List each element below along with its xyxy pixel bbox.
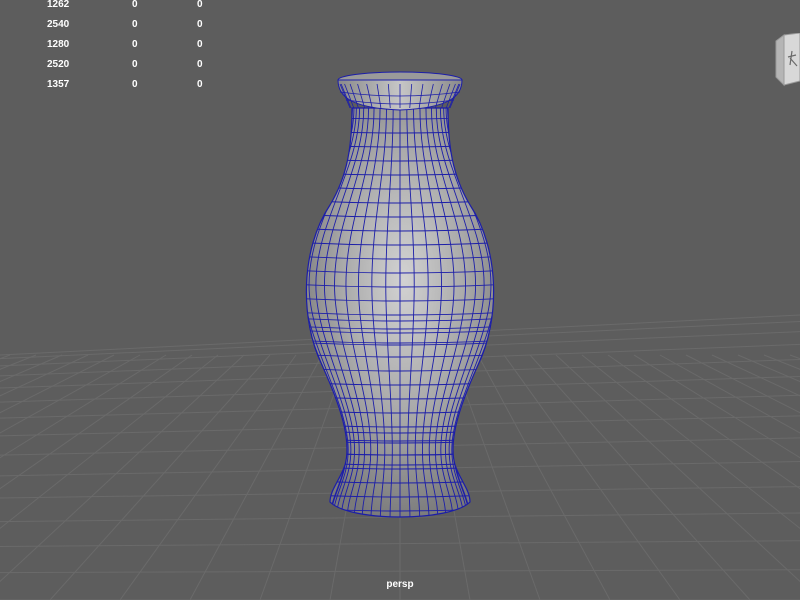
grid-line — [0, 354, 141, 434]
grid-line — [763, 354, 800, 370]
grid-line — [0, 354, 193, 490]
hud-value: 0 — [197, 79, 203, 90]
hud-value: 0 — [132, 19, 138, 30]
grid-line — [49, 354, 271, 600]
hud-value: 0 — [132, 0, 138, 10]
grid-line — [0, 354, 115, 414]
grid-line — [189, 354, 323, 600]
hud-value: 1357 — [47, 79, 70, 90]
grid-line — [607, 354, 800, 490]
view-cube-icon[interactable] — [770, 32, 800, 89]
grid-line — [119, 354, 297, 600]
grid-line — [0, 354, 219, 530]
hud-row: 1357 0 0 — [0, 80, 230, 100]
hud-value: 0 — [132, 39, 138, 50]
hud-value: 0 — [197, 19, 203, 30]
hud-value: 1280 — [47, 39, 70, 50]
grid-line — [477, 354, 611, 600]
grid-line — [503, 354, 681, 600]
hud-value: 1262 — [47, 0, 70, 10]
hud-value: 2520 — [47, 59, 70, 70]
heads-up-display: 1262 0 0 2540 0 0 1280 0 0 2520 0 0 1357… — [0, 0, 230, 100]
hud-value: 0 — [197, 39, 203, 50]
camera-label: persp — [386, 579, 414, 590]
grid-line — [659, 354, 800, 434]
hud-value: 0 — [132, 79, 138, 90]
hud-value: 0 — [197, 0, 203, 10]
hud-row: 2520 0 0 — [0, 60, 230, 80]
vase-mesh[interactable] — [290, 71, 510, 520]
hud-value: 0 — [132, 59, 138, 70]
grid-line — [685, 354, 800, 414]
hud-row: 1262 0 0 — [0, 0, 230, 20]
hud-value: 0 — [197, 59, 203, 70]
hud-value: 2540 — [47, 19, 70, 30]
grid-line — [0, 354, 37, 370]
hud-row: 1280 0 0 — [0, 40, 230, 60]
grid-line — [529, 354, 751, 600]
hud-row: 2540 0 0 — [0, 20, 230, 40]
grid-line — [581, 354, 800, 530]
